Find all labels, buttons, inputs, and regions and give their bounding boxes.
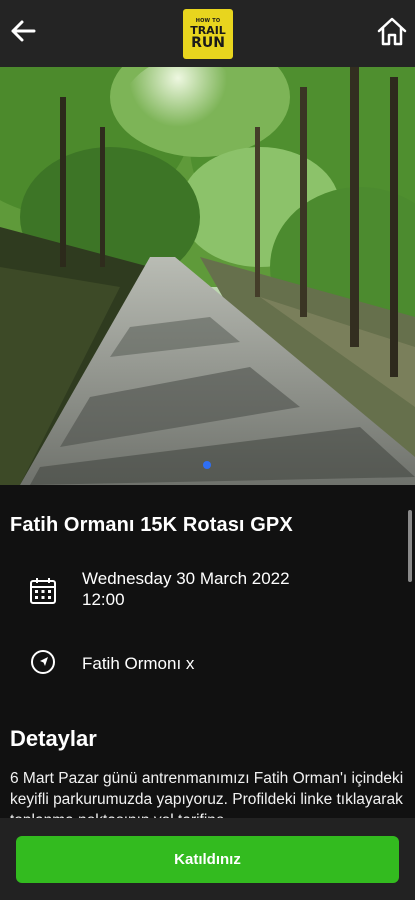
home-button[interactable] bbox=[375, 14, 409, 48]
top-bar: HOW TO TRAIL RUN bbox=[0, 0, 415, 67]
event-date: Wednesday 30 March 2022 bbox=[82, 569, 290, 588]
event-datetime: Wednesday 30 March 2022 12:00 bbox=[82, 568, 290, 610]
calendar-icon bbox=[28, 576, 58, 606]
scrollbar[interactable] bbox=[408, 510, 412, 582]
joined-button[interactable]: Katıldınız bbox=[16, 836, 399, 883]
event-location[interactable]: Fatih Ormonı x bbox=[82, 654, 194, 674]
event-time: 12:00 bbox=[82, 590, 125, 609]
navigation-arrow-icon bbox=[29, 648, 59, 678]
hero-image[interactable] bbox=[0, 67, 415, 485]
arrow-left-icon bbox=[11, 20, 36, 42]
home-icon bbox=[377, 17, 407, 46]
event-title: Fatih Ormanı 15K Rotası GPX bbox=[10, 514, 293, 536]
logo-line-3: RUN bbox=[191, 34, 225, 51]
back-button[interactable] bbox=[8, 16, 38, 46]
logo-line-2: TRAIL bbox=[190, 23, 226, 37]
logo-line-1: HOW TO bbox=[195, 17, 221, 24]
forest-trail-photo bbox=[0, 67, 415, 485]
details-heading: Detaylar bbox=[10, 726, 97, 751]
app-logo[interactable]: HOW TO TRAIL RUN bbox=[183, 9, 233, 59]
carousel-dot-active[interactable] bbox=[203, 461, 211, 469]
